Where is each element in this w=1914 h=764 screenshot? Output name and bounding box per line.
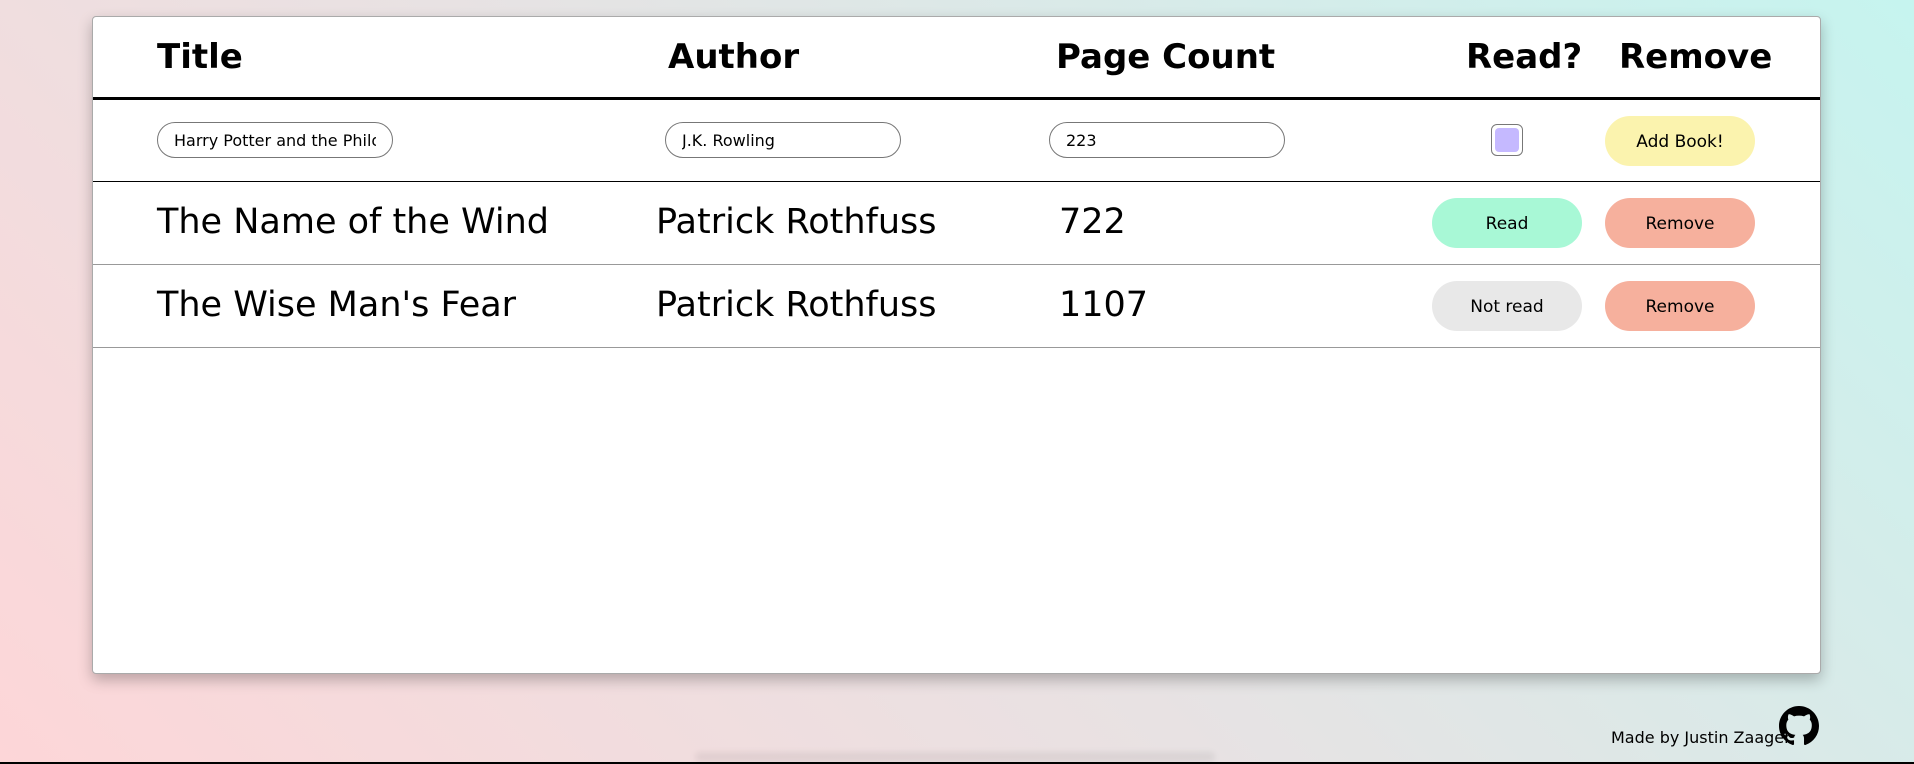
header-author: Author [668,37,800,77]
read-checkbox-fill [1495,128,1519,152]
read-status-button[interactable]: Read [1432,198,1582,248]
header-page-count: Page Count [1056,37,1276,77]
book-page-count: 722 [1059,202,1126,242]
book-title: The Name of the Wind [157,202,549,242]
library-card: Title Author Page Count Read? Remove Add… [92,16,1821,674]
not-read-status-button[interactable]: Not read [1432,281,1582,331]
remove-button[interactable]: Remove [1605,281,1755,331]
remove-button[interactable]: Remove [1605,198,1755,248]
bottom-shadow [695,752,1215,762]
title-input[interactable] [157,122,393,158]
table-header: Title Author Page Count Read? Remove [93,17,1820,100]
add-book-button[interactable]: Add Book! [1605,116,1755,166]
book-author: Patrick Rothfuss [656,202,937,242]
footer-credit: Made by Justin Zaager [1611,728,1791,747]
book-author: Patrick Rothfuss [656,285,937,325]
read-checkbox[interactable] [1491,124,1523,156]
author-input[interactable] [665,122,901,158]
table-row: The Name of the Wind Patrick Rothfuss 72… [93,182,1820,265]
header-title: Title [157,37,243,77]
add-book-form: Add Book! [93,100,1820,182]
book-page-count: 1107 [1059,285,1149,325]
header-remove: Remove [1619,37,1773,77]
book-title: The Wise Man's Fear [157,285,517,325]
header-read: Read? [1466,37,1583,77]
github-icon[interactable] [1779,706,1819,746]
table-row: The Wise Man's Fear Patrick Rothfuss 110… [93,265,1820,348]
page-count-input[interactable] [1049,122,1285,158]
